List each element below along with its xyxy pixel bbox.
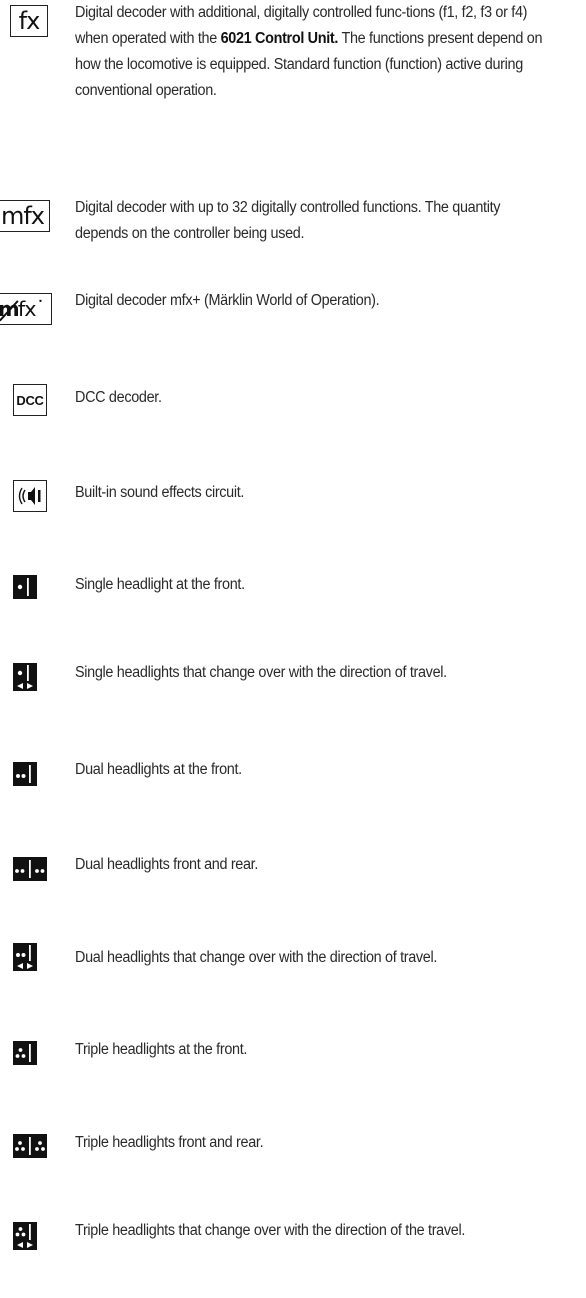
svg-text:fx: fx: [18, 297, 36, 321]
triple-headlight-description: Triple headlights at the front.: [75, 1041, 248, 1058]
sound-description: Built-in sound effects circuit.: [75, 484, 245, 501]
sound-icon: [13, 480, 47, 512]
triple-headlight-front-rear-description: Triple headlights front and rear.: [75, 1134, 264, 1151]
single-headlight-icon: [13, 575, 37, 599]
dual-headlight-change-icon: [13, 943, 37, 971]
dual-headlight-change-description: Dual headlights that change over with th…: [75, 949, 438, 966]
fx-description: Digital decoder with additional, digital…: [75, 4, 543, 99]
mfx-logo-icon: mfx: [0, 200, 50, 232]
fx-logo-text: fx: [18, 7, 41, 35]
speaker-graphic: [18, 487, 41, 505]
single-headlight-description: Single headlight at the front.: [75, 576, 245, 593]
triple-headlight-change-icon: [13, 1222, 37, 1250]
triple-headlight-icon: [13, 1041, 37, 1065]
single-headlight-change-icon: [13, 663, 37, 691]
mfx-plus-description: Digital decoder mfx+ (Märklin World of O…: [75, 292, 380, 309]
mfx-plus-logo-icon: m fx: [0, 293, 52, 325]
mfx-plus-logo-graphic: m fx: [0, 297, 42, 322]
triple-headlight-change-description: Triple headlights that change over with …: [75, 1222, 466, 1239]
control-unit-name: 6021 Control Unit.: [220, 30, 339, 47]
dual-headlight-description: Dual headlights at the front.: [75, 761, 242, 778]
dual-headlight-icon: [13, 762, 37, 786]
dual-headlight-front-rear-description: Dual headlights front and rear.: [75, 856, 259, 873]
fx-logo-icon: fx: [10, 5, 48, 37]
dcc-logo-text: DCC: [16, 392, 44, 408]
triple-headlight-front-rear-icon: [13, 1134, 47, 1158]
dual-headlight-front-rear-icon: [13, 857, 47, 881]
mfx-logo-text: mfx: [0, 202, 45, 230]
dcc-logo-icon: DCC: [13, 384, 47, 416]
dcc-description: DCC decoder.: [75, 389, 162, 406]
single-headlight-change-description: Single headlights that change over with …: [75, 664, 447, 681]
mfx-description: Digital decoder with up to 32 digitally …: [75, 199, 501, 242]
